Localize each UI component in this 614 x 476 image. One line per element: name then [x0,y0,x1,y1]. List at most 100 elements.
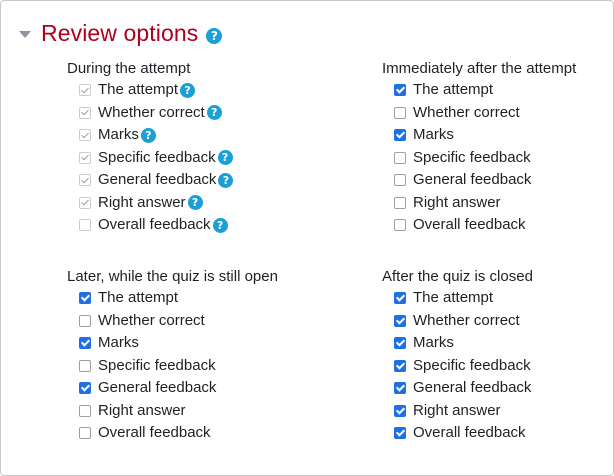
group-label: During the attempt [67,60,191,77]
option-label: Marks [413,126,454,144]
section-header[interactable]: Review options ? [19,16,223,50]
option-whether-correct[interactable]: Whether correct [382,310,533,333]
checkbox-marks[interactable] [79,337,91,350]
option-specific-feedback: Specific feedback? [67,147,233,170]
checkbox-right-answer [79,196,91,209]
checkbox-overall-feedback[interactable] [79,427,91,440]
option-label: Overall feedback [98,216,211,234]
option-label: The attempt [98,289,179,307]
option-specific-feedback[interactable]: Specific feedback [382,355,533,378]
option-label: Overall feedback [413,216,526,234]
option-marks[interactable]: Marks [67,332,278,355]
checkbox-overall-feedback [79,219,91,232]
option-the-attempt[interactable]: The attempt [67,287,278,310]
checkbox-specific-feedback[interactable] [394,151,406,164]
option-label: Overall feedback [98,424,211,442]
checkbox-specific-feedback[interactable] [79,359,91,372]
option-label: General feedback [413,171,532,189]
option-general-feedback[interactable]: General feedback [382,169,576,192]
checkbox-whether-correct [79,106,91,119]
checkbox-marks[interactable] [394,129,406,142]
option-specific-feedback[interactable]: Specific feedback [67,355,278,378]
option-the-attempt[interactable]: The attempt [382,79,576,102]
option-label: Marks [98,126,139,144]
checkbox-overall-feedback[interactable] [394,427,406,440]
checkbox-general-feedback[interactable] [394,382,406,395]
checkbox-general-feedback[interactable] [394,174,406,187]
option-label: Whether correct [98,311,205,329]
option-right-answer[interactable]: Right answer [382,192,576,215]
option-the-attempt: The attempt? [67,79,233,102]
option-label: General feedback [413,379,532,397]
option-label: Specific feedback [413,356,531,374]
checkbox-whether-correct[interactable] [394,314,406,327]
group-later-while-open: Later, while the quiz is still open The … [67,267,278,445]
option-overall-feedback: Overall feedback? [67,214,233,237]
collapse-caret-icon[interactable] [19,30,31,38]
option-label: Whether correct [413,311,520,329]
checkbox-the-attempt[interactable] [394,84,406,97]
option-label: Specific feedback [413,148,531,166]
option-label: Whether correct [413,103,520,121]
option-label: Right answer [98,193,186,211]
checkbox-the-attempt[interactable] [394,292,406,305]
checkbox-overall-feedback[interactable] [394,219,406,232]
option-whether-correct: Whether correct? [67,102,233,125]
option-whether-correct[interactable]: Whether correct [67,310,278,333]
question-circle-icon[interactable]: ? [180,82,196,98]
question-circle-icon[interactable]: ? [217,150,233,166]
option-label: Specific feedback [98,148,216,166]
checkbox-whether-correct[interactable] [394,106,406,119]
option-whether-correct[interactable]: Whether correct [382,102,576,125]
option-label: Marks [413,334,454,352]
option-label: Specific feedback [98,356,216,374]
question-circle-icon[interactable]: ? [212,217,228,233]
checkbox-right-answer[interactable] [79,404,91,417]
option-the-attempt[interactable]: The attempt [382,287,533,310]
checkbox-specific-feedback [79,151,91,164]
question-circle-icon[interactable]: ? [218,172,234,188]
option-overall-feedback[interactable]: Overall feedback [382,422,533,445]
option-label: The attempt [413,81,494,99]
question-circle-icon[interactable]: ? [187,195,203,211]
option-label: Right answer [98,401,186,419]
option-overall-feedback[interactable]: Overall feedback [67,422,278,445]
checkbox-marks [79,129,91,142]
checkbox-the-attempt[interactable] [79,292,91,305]
checkbox-marks[interactable] [394,337,406,350]
option-right-answer: Right answer? [67,192,233,215]
option-label: General feedback [98,379,217,397]
checkbox-general-feedback[interactable] [79,382,91,395]
checkbox-specific-feedback[interactable] [394,359,406,372]
option-label: The attempt [413,289,494,307]
option-label: Overall feedback [413,424,526,442]
option-right-answer[interactable]: Right answer [382,400,533,423]
option-label: Marks [98,334,139,352]
option-right-answer[interactable]: Right answer [67,400,278,423]
checkbox-whether-correct[interactable] [79,314,91,327]
option-marks: Marks? [67,124,233,147]
question-circle-icon[interactable]: ? [206,28,223,44]
checkbox-right-answer[interactable] [394,196,406,209]
question-circle-icon[interactable]: ? [206,105,222,121]
group-after-closed: After the quiz is closed The attempt Whet… [382,267,533,445]
checkbox-general-feedback [79,174,91,187]
group-label: Later, while the quiz is still open [67,268,278,285]
option-label: Whether correct [98,103,205,121]
option-general-feedback[interactable]: General feedback [67,377,278,400]
option-label: Right answer [413,401,501,419]
option-label: General feedback [98,171,217,189]
group-label: After the quiz is closed [382,268,533,285]
option-general-feedback: General feedback? [67,169,234,192]
group-during-attempt: During the attempt The attempt? Whether c… [67,59,234,237]
option-marks[interactable]: Marks [382,124,576,147]
option-label: The attempt [98,81,179,99]
option-marks[interactable]: Marks [382,332,533,355]
checkbox-the-attempt [79,84,91,97]
checkbox-right-answer[interactable] [394,404,406,417]
question-circle-icon[interactable]: ? [140,127,156,143]
group-immediately-after: Immediately after the attempt The attemp… [382,59,576,237]
option-general-feedback[interactable]: General feedback [382,377,533,400]
option-overall-feedback[interactable]: Overall feedback [382,214,576,237]
option-specific-feedback[interactable]: Specific feedback [382,147,576,170]
